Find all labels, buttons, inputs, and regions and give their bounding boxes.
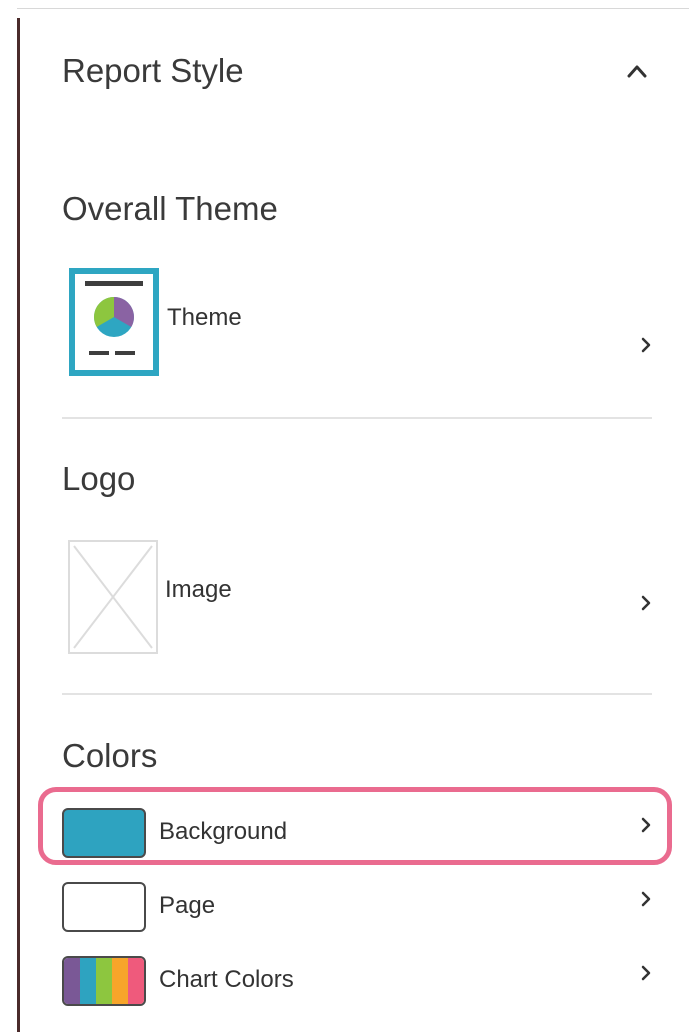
background-label: Background [159, 818, 288, 845]
chart-colors-swatch[interactable] [62, 956, 146, 1006]
page-label: Page [159, 892, 216, 919]
chart-color-stripe [112, 958, 128, 1004]
theme-label: Theme [167, 304, 242, 331]
logo-image-row[interactable]: Image [62, 540, 652, 656]
section-heading-colors: Colors [62, 737, 158, 774]
chevron-up-icon[interactable] [626, 62, 648, 80]
chevron-right-icon [641, 595, 651, 611]
image-placeholder-icon [68, 540, 158, 654]
divider [62, 417, 652, 419]
chart-colors-label: Chart Colors [159, 966, 294, 993]
chevron-right-icon [641, 337, 651, 353]
background-color-swatch[interactable] [62, 808, 146, 858]
chart-color-stripe [128, 958, 144, 1004]
report-style-panel: Report Style Overall Theme Theme Logo Im… [20, 0, 689, 1032]
chart-color-stripe [64, 958, 80, 1004]
image-label: Image [165, 576, 232, 603]
section-heading-overall-theme: Overall Theme [62, 190, 278, 227]
section-heading-logo: Logo [62, 460, 136, 497]
color-row-background[interactable]: Background [62, 806, 652, 860]
divider [62, 693, 652, 695]
panel-title: Report Style [62, 52, 244, 89]
color-row-chart-colors[interactable]: Chart Colors [62, 954, 652, 1008]
chevron-right-icon [641, 891, 651, 907]
theme-thumbnail-icon [69, 268, 159, 376]
theme-row[interactable]: Theme [62, 268, 652, 378]
chevron-right-icon [641, 965, 651, 981]
chart-color-stripe [96, 958, 112, 1004]
chart-color-stripe [80, 958, 96, 1004]
color-row-page[interactable]: Page [62, 880, 652, 934]
chevron-right-icon [641, 817, 651, 833]
page-color-swatch[interactable] [62, 882, 146, 932]
